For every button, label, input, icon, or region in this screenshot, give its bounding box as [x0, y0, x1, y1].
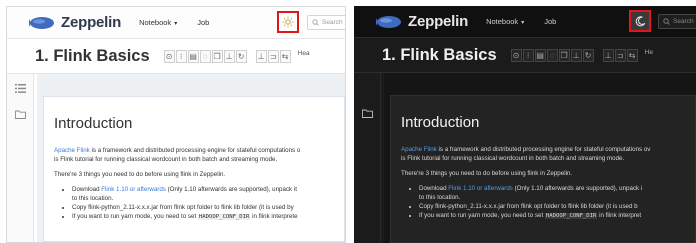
export-icon[interactable]: ⊥ [223, 49, 235, 63]
paragraph-cell[interactable]: Introduction Apache Flink is a framework… [390, 95, 696, 243]
paragraph-heading: Introduction [54, 115, 133, 132]
top-navbar: Zeppelin Notebook ▾ Job Search [7, 7, 345, 39]
list-icon[interactable] [15, 84, 26, 93]
search-icon [663, 18, 670, 25]
notebook-titlebar: 1. Flink Basics ⊙ ⁝ ▤ ◌ ❐ ⊥ ↻ ⊥ ⊐ ⇆ Hea [7, 39, 345, 74]
theme-toggle-button[interactable] [629, 10, 651, 32]
export-icon[interactable]: ⊥ [570, 48, 582, 62]
folder-icon[interactable] [15, 110, 26, 119]
prerequisites-text: There're 3 things you need to do before … [54, 171, 226, 178]
intro-text: Apache Flink is a framework and distribu… [401, 146, 651, 162]
compare-icon[interactable]: ⇆ [279, 49, 291, 63]
zeppelin-logo-icon[interactable] [376, 14, 402, 30]
list-item-continuation: to this location. [72, 195, 114, 202]
job-menu[interactable]: Job [544, 17, 556, 26]
search-icon [312, 19, 319, 26]
list-item: Copy flink-python_2.11-x.x.x.jar from fl… [419, 202, 685, 211]
notebook-menu[interactable]: Notebook ▾ [139, 18, 177, 27]
flink-download-link[interactable]: Flink 1.10 or afterwards [448, 185, 513, 192]
prerequisites-text: There're 3 things you need to do before … [401, 170, 573, 177]
commit-icon[interactable]: ⊐ [614, 48, 626, 62]
brand-name[interactable]: Zeppelin [61, 14, 121, 31]
left-sidebar-rail [354, 73, 381, 243]
flink-download-link[interactable]: Flink 1.10 or afterwards [101, 186, 166, 193]
folder-icon[interactable] [362, 109, 373, 118]
list-item: If you want to run yarn mode, you need t… [72, 212, 334, 222]
notebook-titlebar: 1. Flink Basics ⊙ ⁝ ▤ ◌ ❐ ⊥ ↻ ⊥ ⊐ ⇆ He [354, 38, 696, 73]
version-icon[interactable]: ⊥ [602, 48, 614, 62]
head-label[interactable]: He [645, 49, 653, 62]
list-item: Download Flink 1.10 or afterwards (Only … [72, 185, 334, 194]
theme-toggle-button[interactable] [277, 11, 299, 33]
clone-icon[interactable]: ❐ [558, 48, 570, 62]
play-all-icon[interactable]: ⊙ [510, 48, 522, 62]
search-input[interactable]: Search [658, 14, 696, 29]
code-hadoop-conf-dir: HADOOP_CONF_DIR [197, 214, 251, 220]
clear-output-icon[interactable]: ◌ [546, 48, 558, 62]
notebook-content: Introduction Apache Flink is a framework… [37, 74, 345, 242]
job-menu[interactable]: Job [197, 18, 209, 27]
notebook-title[interactable]: 1. Flink Basics [382, 46, 497, 65]
reload-icon[interactable]: ↻ [235, 49, 247, 63]
prerequisites-list: Download Flink 1.10 or afterwards (Only … [401, 184, 685, 221]
hide-output-icon[interactable]: ▤ [187, 49, 199, 63]
search-placeholder: Search [673, 18, 694, 25]
play-all-icon[interactable]: ⊙ [163, 49, 175, 63]
hide-output-icon[interactable]: ▤ [534, 48, 546, 62]
clear-output-icon[interactable]: ◌ [199, 49, 211, 63]
reload-icon[interactable]: ↻ [582, 48, 594, 62]
left-sidebar-rail [7, 74, 34, 242]
intro-text: Apache Flink is a framework and distribu… [54, 147, 301, 163]
brand-name[interactable]: Zeppelin [408, 13, 468, 30]
notebook-toolbar: ⊙ ⁝ ▤ ◌ ❐ ⊥ ↻ ⊥ ⊐ ⇆ Hea [163, 49, 310, 63]
search-input[interactable]: Search [307, 15, 345, 30]
paragraph-cell[interactable]: Introduction Apache Flink is a framework… [43, 96, 345, 242]
moon-icon [635, 15, 645, 26]
search-placeholder: Search [322, 19, 343, 26]
compare-icon[interactable]: ⇆ [626, 48, 638, 62]
apache-flink-link[interactable]: Apache Flink [54, 147, 90, 154]
light-theme-screenshot: Zeppelin Notebook▾ Job Search 1. Flink [6, 6, 346, 243]
version-icon[interactable]: ⊥ [255, 49, 267, 63]
zeppelin-logo-icon[interactable] [29, 15, 55, 31]
notebook-content: Introduction Apache Flink is a framework… [384, 73, 696, 243]
commit-icon[interactable]: ⊐ [267, 49, 279, 63]
top-navbar: Zeppelin Notebook ▾ Job Search [354, 6, 696, 38]
list-item: Copy flink-python_2.11-x.x.x.jar from fl… [72, 203, 334, 212]
paragraph-heading: Introduction [401, 114, 480, 131]
list-item-continuation: to this location. [419, 194, 461, 201]
code-hadoop-conf-dir: HADOOP_CONF_DIR [544, 213, 598, 219]
prerequisites-list: Download Flink 1.10 or afterwards (Only … [54, 185, 334, 222]
notebook-toolbar: ⊙ ⁝ ▤ ◌ ❐ ⊥ ↻ ⊥ ⊐ ⇆ He [510, 48, 653, 62]
apache-flink-link[interactable]: Apache Flink [401, 146, 437, 153]
dark-theme-screenshot: Zeppelin Notebook ▾ Job Search 1. Flink B… [354, 6, 696, 243]
list-item: Download Flink 1.10 or afterwards (Only … [419, 184, 685, 193]
list-item: If you want to run yarn mode, you need t… [419, 211, 685, 221]
hide-code-icon[interactable]: ⁝ [522, 48, 534, 62]
hide-code-icon[interactable]: ⁝ [175, 49, 187, 63]
head-label[interactable]: Hea [298, 50, 310, 63]
sun-icon [282, 16, 294, 28]
notebook-menu[interactable]: Notebook ▾ [486, 17, 524, 26]
clone-icon[interactable]: ❐ [211, 49, 223, 63]
notebook-title[interactable]: 1. Flink Basics [35, 47, 150, 66]
